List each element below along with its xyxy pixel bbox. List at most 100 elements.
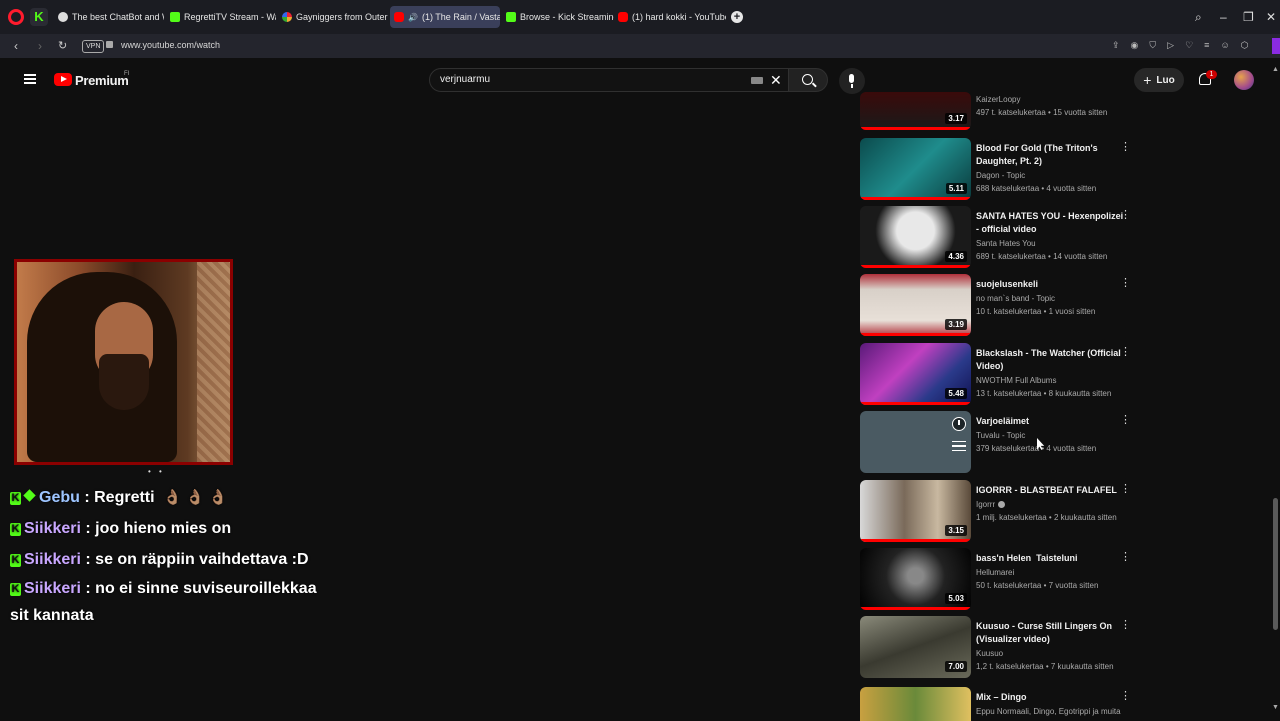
tab-the-rain-active[interactable]: 🔊 (1) The Rain / Vastavir (390, 6, 500, 28)
video-channel[interactable]: Hellumarei (976, 568, 1126, 577)
video-item[interactable]: 3.15 IGORRR - BLASTBEAT FALAFEL Igorrr 1… (858, 480, 1138, 544)
more-options-icon[interactable]: ⋮ (1120, 691, 1131, 702)
more-options-icon[interactable]: ⋮ (1120, 347, 1131, 358)
clear-search-icon[interactable]: ✕ (770, 72, 782, 88)
youtube-logo-text[interactable]: Premium (75, 73, 129, 88)
shield-icon[interactable]: ⛉ (1149, 40, 1156, 51)
extension-cube-icon[interactable]: ⬡ (1241, 40, 1249, 51)
youtube-logo-icon[interactable] (54, 73, 72, 86)
video-item[interactable]: 5.48 Blackslash - The Watcher (Official … (858, 343, 1138, 407)
video-thumbnail[interactable] (860, 411, 971, 473)
more-options-icon[interactable]: ⋮ (1120, 415, 1131, 426)
video-item[interactable]: 5.03 bass'n Helen Taisteluni Hellumarei … (858, 548, 1138, 612)
tab-regrettitv[interactable]: RegrettiTV Stream - Watc (166, 6, 276, 28)
more-options-icon[interactable]: ⋮ (1120, 620, 1131, 631)
tab-outer-space[interactable]: Gayniggers from Outer Sp (278, 6, 388, 28)
account-avatar[interactable] (1234, 70, 1254, 90)
restore-icon[interactable]: ❐ (1243, 10, 1254, 24)
heart-icon[interactable]: ♡ (1185, 40, 1193, 51)
video-thumbnail[interactable]: 3.17 (860, 92, 971, 130)
thumbnail-hover-actions (952, 417, 966, 451)
reload-icon[interactable]: ↻ (58, 39, 67, 52)
voice-search-mic-icon[interactable] (839, 68, 865, 94)
video-thumbnail[interactable]: 3.19 (860, 274, 971, 336)
hamburger-menu-icon[interactable] (24, 74, 36, 84)
video-title[interactable]: Blackslash - The Watcher (Official Video… (976, 347, 1126, 373)
url-field[interactable]: www.youtube.com/watch (121, 40, 220, 50)
back-icon[interactable]: ‹ (14, 39, 18, 53)
opera-logo-icon[interactable] (8, 9, 24, 25)
chat-username: Siikkeri (24, 551, 81, 568)
video-channel[interactable]: Santa Hates You (976, 239, 1126, 248)
minimize-icon[interactable]: – (1220, 10, 1227, 24)
new-tab-icon[interactable]: + (731, 11, 743, 23)
notification-count-badge: 1 (1206, 70, 1217, 79)
chatbot-favicon-icon (58, 12, 68, 22)
video-title[interactable]: IGORRR - BLASTBEAT FALAFEL (976, 484, 1126, 497)
video-title[interactable]: suojelusenkeli (976, 278, 1126, 291)
tab-kick-browse[interactable]: Browse - Kick Streaming (502, 6, 614, 28)
more-options-icon[interactable]: ⋮ (1120, 484, 1131, 495)
video-title[interactable]: Mix – Dingo (976, 691, 1126, 704)
video-channel[interactable]: Kuusuo (976, 649, 1126, 658)
chat-text: : no ei sinne suviseuroillekkaa (85, 580, 317, 597)
scrollbar-thumb[interactable] (1273, 498, 1278, 630)
plus-icon: + (1143, 72, 1152, 88)
video-meta: SANTA HATES YOU - Hexenpolizei - officia… (976, 210, 1126, 261)
video-meta: suojelusenkeli no man`s band - Topic 10 … (976, 278, 1126, 316)
more-options-icon[interactable]: ⋮ (1120, 278, 1131, 289)
video-title[interactable]: Blood For Gold (The Triton's Daughter, P… (976, 142, 1126, 168)
vpn-badge[interactable]: VPN (82, 40, 105, 53)
video-channel[interactable]: Eppu Normaali, Dingo, Egotrippi ja muita (976, 707, 1126, 716)
video-thumbnail[interactable]: 7.00 (860, 616, 971, 678)
tab-chatbot[interactable]: The best ChatBot and Wid (54, 6, 164, 28)
video-title[interactable]: SANTA HATES YOU - Hexenpolizei - officia… (976, 210, 1126, 236)
video-item[interactable]: 3.19 suojelusenkeli no man`s band - Topi… (858, 274, 1138, 338)
create-button[interactable]: + Luo (1134, 68, 1184, 92)
video-thumbnail[interactable]: 5.11 (860, 138, 971, 200)
forward-icon[interactable]: › (38, 39, 42, 53)
watch-later-clock-icon[interactable] (952, 417, 966, 431)
close-window-icon[interactable]: ✕ (1266, 10, 1276, 24)
video-channel[interactable]: Tuvalu - Topic (976, 431, 1126, 440)
more-options-icon[interactable]: ⋮ (1120, 552, 1131, 563)
keyboard-icon[interactable] (751, 77, 763, 84)
video-item[interactable]: Varjoeläimet Tuvalu - Topic 379 katseluk… (858, 411, 1138, 475)
camera-icon[interactable]: ◉ (1131, 40, 1139, 51)
scroll-up-arrow-icon[interactable]: ▲ (1272, 66, 1279, 73)
video-duration: 5.03 (945, 593, 967, 604)
list-icon[interactable]: ≡ (1204, 40, 1209, 51)
more-options-icon[interactable]: ⋮ (1120, 142, 1131, 153)
video-channel[interactable]: Igorrr (976, 500, 1126, 509)
lock-icon[interactable] (106, 41, 113, 48)
add-to-queue-icon[interactable] (952, 441, 966, 451)
more-options-icon[interactable]: ⋮ (1120, 210, 1131, 221)
browser-search-icon[interactable]: ⌕ (1195, 10, 1202, 25)
video-channel[interactable]: KaizerLoopy (976, 95, 1126, 104)
video-duration: 4.36 (945, 251, 967, 262)
video-thumbnail[interactable]: 3.15 (860, 480, 971, 542)
tab-hard-kokki[interactable]: (1) hard kokki - YouTube (614, 6, 726, 28)
profile-icon[interactable]: ☺ (1220, 40, 1229, 51)
video-channel[interactable]: no man`s band - Topic (976, 294, 1126, 303)
video-item[interactable]: Mix – Dingo Eppu Normaali, Dingo, Egotri… (858, 687, 1138, 721)
video-title[interactable]: Varjoeläimet (976, 415, 1126, 428)
video-thumbnail[interactable]: 4.36 (860, 206, 971, 268)
video-channel[interactable]: Dagon - Topic (976, 171, 1126, 180)
kick-pinned-icon[interactable]: K (30, 8, 48, 26)
video-title[interactable]: Kuusuo - Curse Still Lingers On (Visuali… (976, 620, 1126, 646)
video-thumbnail[interactable] (860, 687, 971, 721)
search-button[interactable] (788, 68, 828, 92)
video-item[interactable]: 4.36 SANTA HATES YOU - Hexenpolizei - of… (858, 206, 1138, 270)
video-thumbnail[interactable]: 5.48 (860, 343, 971, 405)
play-icon[interactable]: ▷ (1167, 40, 1174, 51)
scroll-down-arrow-icon[interactable]: ▼ (1272, 704, 1279, 711)
share-icon[interactable]: ⇪ (1112, 40, 1120, 51)
video-thumbnail[interactable]: 5.03 (860, 548, 971, 610)
video-title[interactable]: bass'n Helen Taisteluni (976, 552, 1126, 565)
watch-progress-bar (860, 402, 971, 405)
video-item[interactable]: 7.00 Kuusuo - Curse Still Lingers On (Vi… (858, 616, 1138, 680)
search-input[interactable]: verjnuarmu ✕ (429, 68, 789, 92)
video-channel[interactable]: NWOTHM Full Albums (976, 376, 1126, 385)
video-item[interactable]: 5.11 Blood For Gold (The Triton's Daught… (858, 138, 1138, 202)
